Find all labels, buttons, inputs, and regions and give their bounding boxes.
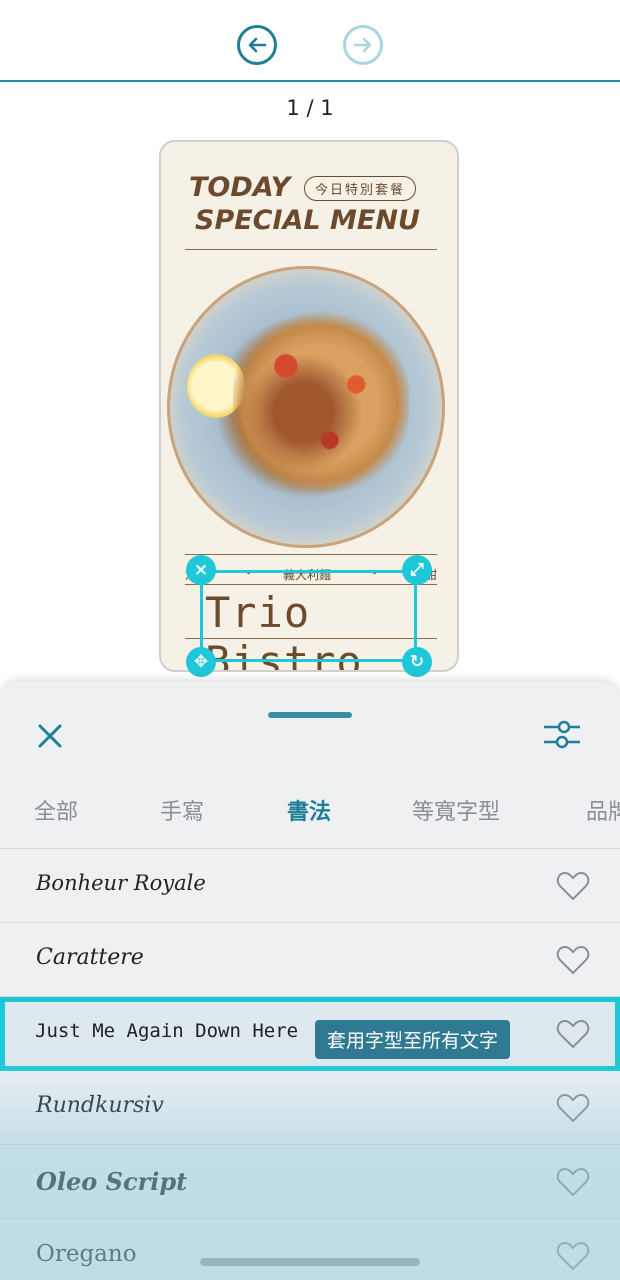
rotate-icon: ↻ [409, 652, 425, 672]
font-row[interactable]: Rundkursiv [0, 1071, 620, 1145]
move-icon: ✥ [193, 652, 209, 672]
redo-icon [353, 37, 372, 53]
tab-brand[interactable]: 品牌 [586, 794, 620, 826]
home-indicator [200, 1258, 420, 1266]
delete-handle[interactable]: × [186, 555, 216, 585]
resize-handle[interactable]: ⤢ [402, 555, 432, 585]
font-row[interactable]: Oregano [0, 1219, 620, 1280]
heart-icon[interactable] [556, 1241, 590, 1271]
divider [185, 554, 437, 555]
font-row[interactable]: Bonheur Royale [0, 849, 620, 923]
font-name: Just Me Again Down Here [35, 1020, 299, 1042]
font-category-tabs: 全部 手寫 書法 等寬字型 品牌 [0, 774, 620, 849]
close-icon: × [193, 560, 209, 580]
tab-handwriting[interactable]: 手寫 [160, 794, 204, 826]
heart-icon[interactable] [556, 871, 590, 901]
undo-button[interactable] [237, 25, 277, 65]
font-name: Bonheur Royale [36, 871, 206, 895]
font-name: Oregano [36, 1241, 137, 1267]
card-title-line1: TODAY [189, 172, 291, 203]
apply-font-to-all-button[interactable]: 套用字型至所有文字 [315, 1020, 511, 1059]
tab-monospace[interactable]: 等寬字型 [412, 794, 500, 826]
card-title-line2: SPECIAL MENU [195, 205, 420, 236]
close-icon [38, 724, 62, 748]
heart-icon[interactable] [556, 1019, 590, 1049]
pasta-food [233, 310, 409, 496]
divider [185, 249, 437, 250]
sheet-grab-handle[interactable] [268, 712, 352, 718]
expand-icon: ⤢ [410, 560, 424, 580]
sliders-icon [544, 720, 580, 749]
top-toolbar [0, 0, 620, 82]
card-pill-label: 今日特別套餐 [304, 176, 417, 201]
heart-icon[interactable] [556, 1093, 590, 1123]
filter-settings-button[interactable] [540, 715, 584, 755]
redo-button[interactable] [343, 25, 383, 65]
selection-box [200, 570, 417, 662]
font-name: Carattere [36, 945, 144, 970]
font-row-selected[interactable]: Just Me Again Down Here 套用字型至所有文字 [0, 997, 620, 1071]
font-picker-sheet: 全部 手寫 書法 等寬字型 品牌 Bonheur Royale Caratter… [0, 682, 620, 1280]
font-row[interactable]: Carattere [0, 923, 620, 997]
heart-icon[interactable] [556, 1167, 590, 1197]
font-name: Oleo Script [36, 1167, 188, 1196]
tab-calligraphy[interactable]: 書法 [287, 794, 331, 826]
tab-all[interactable]: 全部 [34, 794, 78, 826]
font-row[interactable]: Oleo Script [0, 1145, 620, 1219]
close-sheet-button[interactable] [32, 718, 68, 754]
move-handle[interactable]: ✥ [186, 647, 216, 677]
rotate-handle[interactable]: ↻ [402, 647, 432, 677]
font-name: Rundkursiv [36, 1093, 164, 1118]
heart-icon[interactable] [556, 945, 590, 975]
undo-icon [248, 37, 267, 53]
page-counter: 1 / 1 [286, 96, 334, 120]
